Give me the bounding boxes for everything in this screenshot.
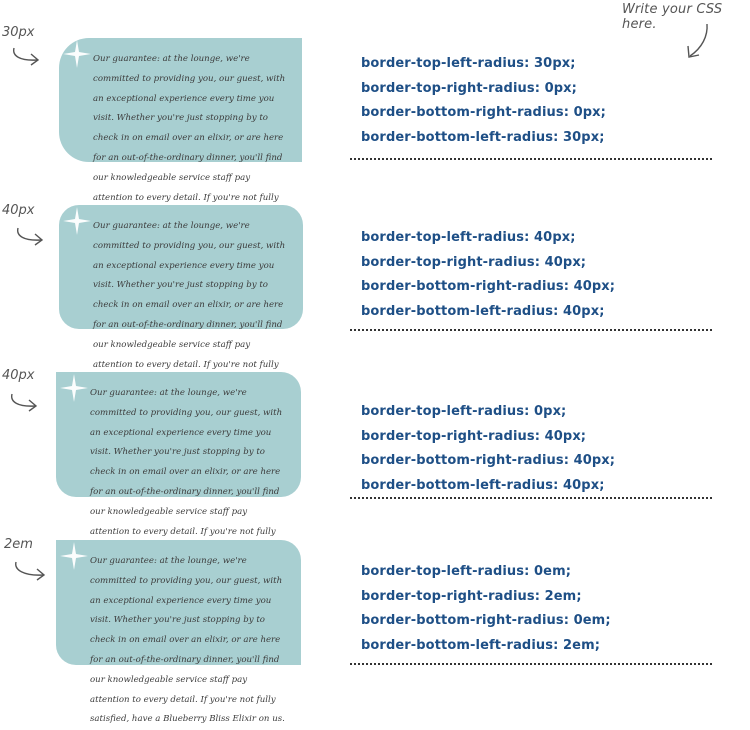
css-line: border-top-right-radius: 40px;	[361, 428, 587, 444]
css-line: border-bottom-left-radius: 40px;	[361, 478, 605, 494]
guarantee-card: Our guarantee: at the lounge, we're comm…	[56, 540, 301, 724]
css-line: border-top-right-radius: 40px;	[361, 254, 587, 270]
sparkle-icon	[63, 40, 91, 68]
css-line: border-bottom-left-radius: 40px;	[361, 304, 605, 320]
css-code-block: border-top-left-radius: 30px; border-top…	[361, 52, 606, 151]
css-line: border-bottom-left-radius: 2em;	[361, 638, 601, 654]
css-line: border-bottom-right-radius: 40px;	[361, 279, 616, 295]
radius-label: 40px	[2, 203, 35, 218]
radius-label: 30px	[2, 25, 35, 40]
css-code-block: border-top-left-radius: 0px; border-top-…	[361, 400, 615, 499]
css-line: border-top-left-radius: 40px;	[361, 230, 576, 245]
hand-drawn-arrow-icon	[11, 393, 38, 412]
css-line: border-top-left-radius: 0em;	[361, 564, 572, 579]
guarantee-text: Our guarantee: at the lounge, we're comm…	[93, 54, 288, 222]
sparkle-icon	[60, 542, 88, 570]
css-line: border-top-left-radius: 0px;	[361, 404, 567, 419]
sparkle-icon	[63, 207, 91, 235]
guarantee-card: Our guarantee: at the lounge, we're comm…	[59, 205, 303, 389]
radius-label: 2em	[4, 537, 33, 552]
css-line: border-top-left-radius: 30px;	[361, 56, 576, 71]
guarantee-text: Our guarantee: at the lounge, we're comm…	[90, 556, 285, 725]
css-line: border-bottom-right-radius: 0em;	[361, 613, 611, 629]
sparkle-icon	[60, 374, 88, 402]
answer-line	[350, 497, 712, 499]
css-line: border-bottom-left-radius: 30px;	[361, 130, 605, 146]
hand-drawn-arrow-icon	[15, 561, 46, 581]
css-line: border-bottom-right-radius: 40px;	[361, 453, 616, 469]
css-line: border-top-right-radius: 2em;	[361, 588, 582, 604]
guarantee-card: Our guarantee: at the lounge, we're comm…	[56, 372, 301, 556]
hand-drawn-arrow-icon	[687, 23, 708, 58]
hand-drawn-arrow-icon	[17, 227, 44, 246]
guarantee-text: Our guarantee: at the lounge, we're comm…	[93, 221, 288, 389]
guarantee-card: Our guarantee: at the lounge, we're comm…	[59, 38, 302, 222]
answer-line	[350, 329, 712, 331]
answer-line	[350, 158, 712, 160]
radius-label: 40px	[2, 368, 35, 383]
css-line: border-top-right-radius: 0px;	[361, 80, 577, 96]
answer-line	[350, 663, 712, 665]
css-code-block: border-top-left-radius: 40px; border-top…	[361, 226, 615, 325]
hand-drawn-arrow-icon	[13, 47, 40, 66]
css-code-block: border-top-left-radius: 0em; border-top-…	[361, 560, 611, 659]
guarantee-text: Our guarantee: at the lounge, we're comm…	[90, 388, 285, 556]
css-line: border-bottom-right-radius: 0px;	[361, 105, 606, 121]
